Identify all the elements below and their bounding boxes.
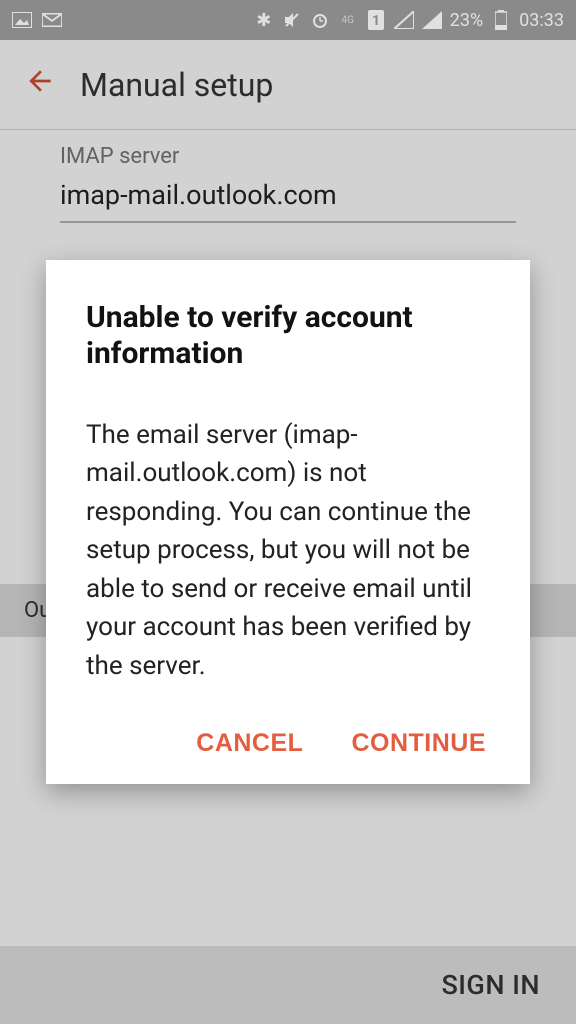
cancel-button[interactable]: CANCEL <box>196 729 303 758</box>
dialog-title: Unable to verify account information <box>86 300 490 372</box>
continue-button[interactable]: CONTINUE <box>351 729 486 758</box>
dialog-body: The email server (imap-mail.outlook.com)… <box>86 416 490 685</box>
error-dialog: Unable to verify account information The… <box>46 260 530 784</box>
